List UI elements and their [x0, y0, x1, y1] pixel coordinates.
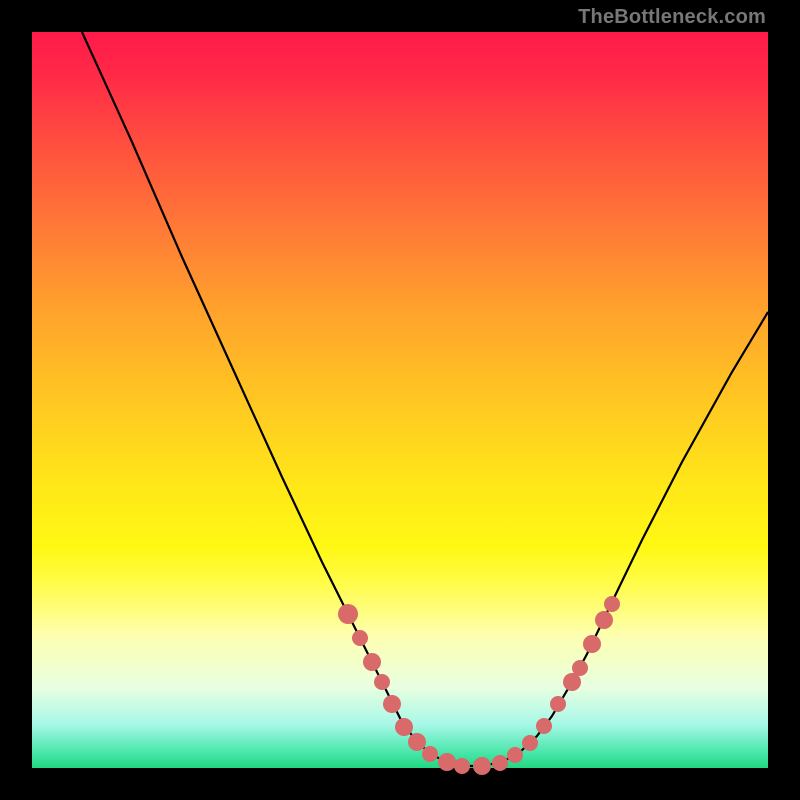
data-marker: [550, 696, 566, 712]
data-marker: [395, 718, 413, 736]
chart-container: TheBottleneck.com: [0, 0, 800, 800]
data-marker: [536, 718, 552, 734]
data-marker: [572, 660, 588, 676]
data-marker: [507, 747, 523, 763]
plot-area: [32, 32, 768, 768]
data-marker: [595, 611, 613, 629]
data-marker: [338, 604, 358, 624]
watermark-text: TheBottleneck.com: [578, 6, 766, 29]
data-marker: [473, 757, 491, 775]
data-marker: [583, 635, 601, 653]
bottleneck-curve: [82, 32, 768, 766]
data-marker: [374, 674, 390, 690]
data-marker: [492, 755, 508, 771]
data-marker: [454, 758, 470, 774]
curve-svg: [32, 32, 768, 768]
data-marker: [522, 735, 538, 751]
data-marker: [363, 653, 381, 671]
data-marker: [422, 746, 438, 762]
data-marker: [383, 695, 401, 713]
data-marker: [604, 596, 620, 612]
data-marker: [438, 753, 456, 771]
data-marker: [352, 630, 368, 646]
